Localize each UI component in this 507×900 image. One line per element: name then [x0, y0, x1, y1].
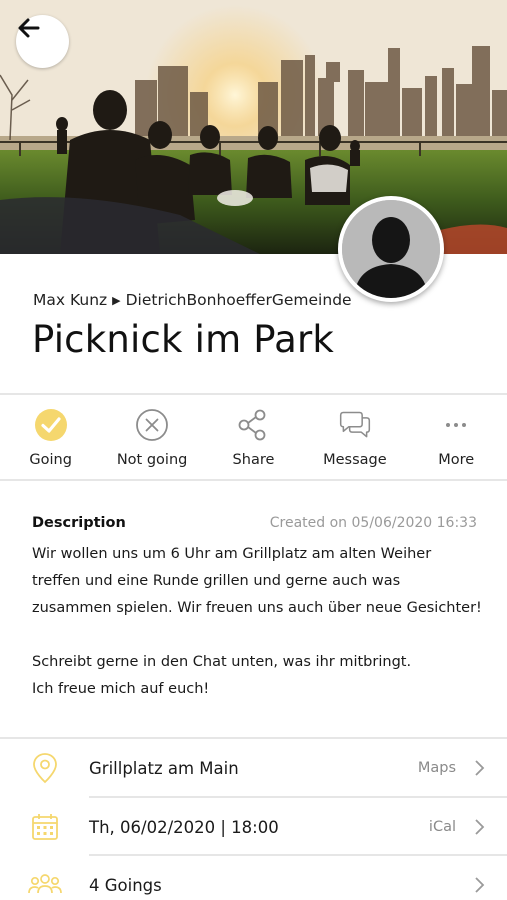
author-name[interactable]: Max Kunz — [33, 291, 107, 309]
x-circle-icon — [136, 409, 168, 441]
description-line: treffen und eine Runde grillen und gerne… — [32, 573, 401, 589]
location-pin-icon — [33, 753, 57, 784]
divider — [0, 479, 507, 481]
group-name[interactable]: DietrichBonhoefferGemeinde — [126, 291, 352, 309]
more-button[interactable]: More — [406, 397, 507, 479]
location-row[interactable]: Grillplatz am Main Maps — [0, 739, 507, 797]
maps-link[interactable]: Maps — [418, 760, 456, 776]
created-timestamp: Created on 05/06/2020 16:33 — [269, 515, 477, 531]
event-title: Picknick im Park — [32, 318, 335, 361]
description-line: Wir wollen uns um 6 Uhr am Grillplatz am… — [32, 546, 432, 562]
breadcrumb: Max Kunz ▶ DietrichBonhoefferGemeinde — [33, 291, 352, 309]
person-silhouette-icon — [342, 200, 440, 298]
chevron-right-icon — [475, 819, 485, 835]
description-line: Schreibt gerne in den Chat unten, was ih… — [32, 654, 412, 670]
share-button[interactable]: Share — [203, 397, 304, 479]
divider — [0, 393, 507, 395]
calendar-icon — [32, 814, 58, 840]
going-button[interactable]: Going — [0, 397, 101, 479]
message-button[interactable]: Message — [304, 397, 405, 479]
ical-link[interactable]: iCal — [429, 819, 456, 835]
chat-bubbles-icon — [339, 411, 370, 438]
back-button[interactable] — [16, 15, 69, 68]
goings-row[interactable]: 4 Goings — [0, 856, 507, 900]
more-label: More — [438, 452, 475, 468]
going-label: Going — [29, 452, 72, 468]
not-going-button[interactable]: Not going — [101, 397, 202, 479]
check-circle-icon — [34, 409, 67, 441]
people-icon — [28, 874, 62, 894]
location-text: Grillplatz am Main — [89, 758, 239, 778]
breadcrumb-separator-icon: ▶ — [112, 293, 121, 307]
not-going-label: Not going — [116, 452, 188, 468]
organizer-avatar[interactable] — [338, 196, 444, 302]
description-heading: Description — [32, 515, 126, 531]
description-header: Description Created on 05/06/2020 16:33 — [32, 515, 477, 531]
description-line: Ich freue mich auf euch! — [32, 681, 210, 697]
description-blank-line — [32, 622, 492, 649]
description-line: zusammen spielen. Wir freuen uns auch üb… — [32, 600, 482, 616]
date-text: Th, 06/02/2020 | 18:00 — [89, 817, 279, 837]
description-text: Wir wollen uns um 6 Uhr am Grillplatz am… — [32, 541, 492, 703]
goings-count-text: 4 Goings — [89, 875, 162, 895]
date-row[interactable]: Th, 06/02/2020 | 18:00 iCal — [0, 798, 507, 856]
message-label: Message — [323, 452, 387, 468]
more-dots-icon — [446, 423, 467, 427]
chevron-right-icon — [475, 877, 485, 893]
share-label: Share — [232, 452, 275, 468]
chevron-right-icon — [475, 760, 485, 776]
arrow-left-icon — [18, 18, 40, 38]
action-bar: Going Not going Share Message More — [0, 397, 507, 479]
share-icon — [239, 409, 266, 441]
